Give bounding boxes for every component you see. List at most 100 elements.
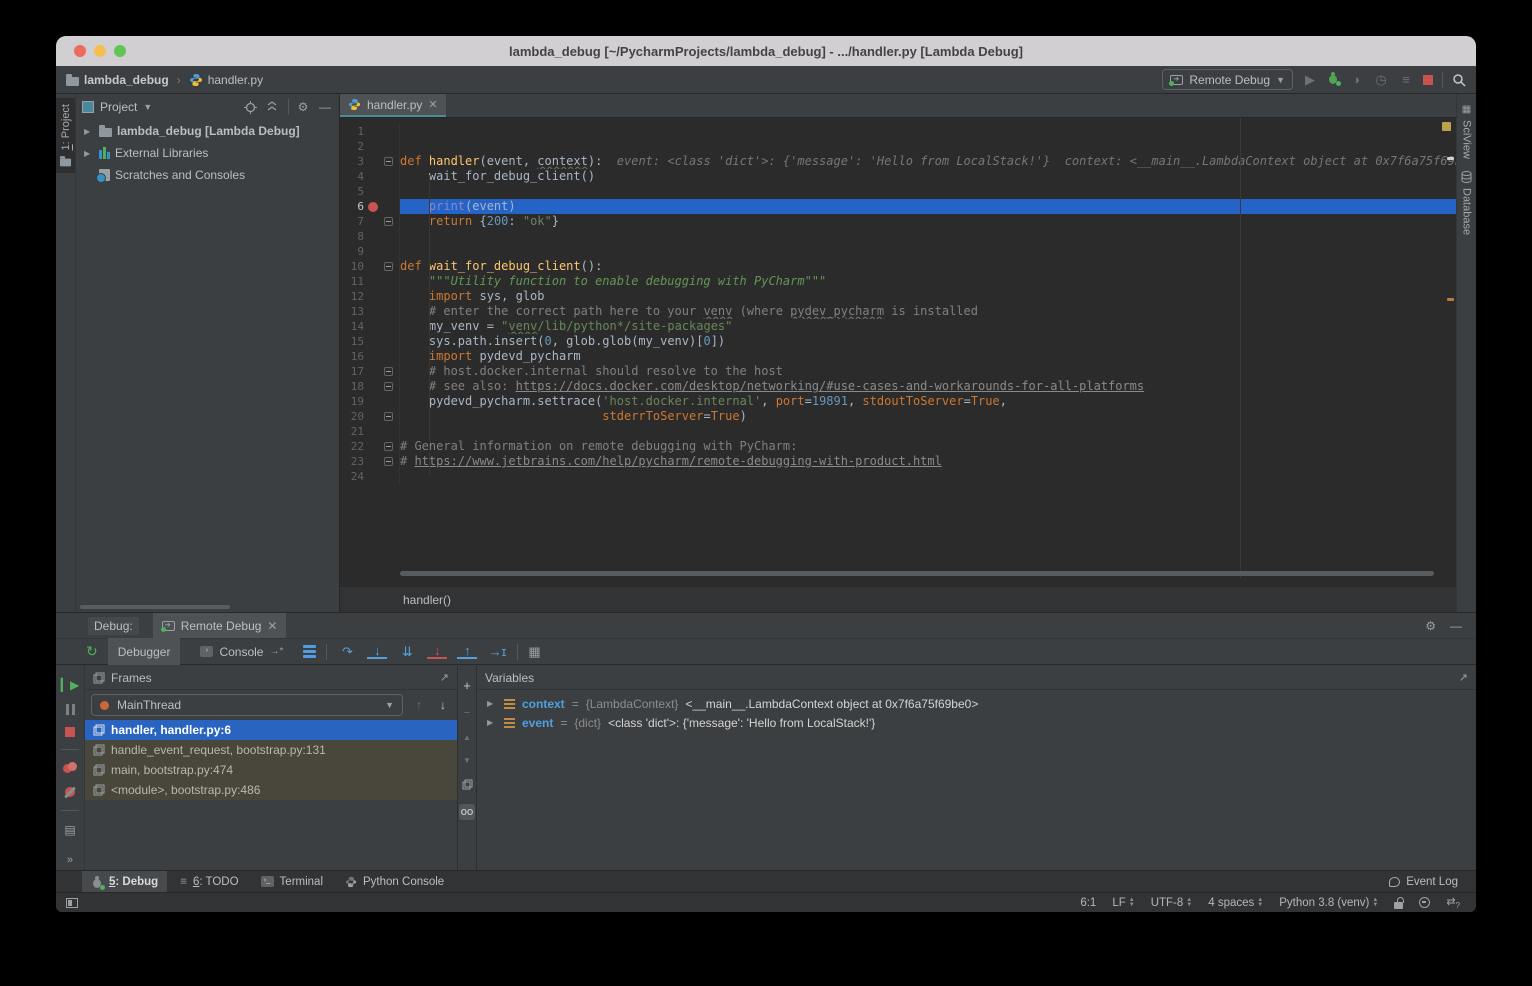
debug-icon[interactable] xyxy=(1327,72,1339,87)
code-text[interactable]: wait_for_debug_client() xyxy=(400,169,1456,184)
code-text[interactable]: my_venv = "venv/lib/python*/site-package… xyxy=(400,319,1456,334)
tool-window-switcher-icon[interactable] xyxy=(66,898,78,908)
breadcrumb-scope[interactable]: handler() xyxy=(403,593,451,607)
tab-console[interactable]: › Console →* xyxy=(190,638,293,665)
code-line[interactable]: 10def wait_for_debug_client(): xyxy=(340,259,1456,274)
code-text[interactable]: pydevd_pycharm.settrace('host.docker.int… xyxy=(400,394,1456,409)
breadcrumb-file[interactable]: handler.py xyxy=(208,73,263,87)
coverage-icon[interactable]: ◑ xyxy=(1348,72,1364,87)
expand-arrow-icon[interactable]: ▶ xyxy=(84,149,94,158)
step-over-icon[interactable]: ↷ xyxy=(337,644,357,660)
code-line[interactable]: 15 sys.path.insert(0, glob.glob(my_venv)… xyxy=(340,334,1456,349)
code-text[interactable]: # https://www.jetbrains.com/help/pycharm… xyxy=(400,454,1456,469)
code-line[interactable]: 20 stderrToServer=True) xyxy=(340,409,1456,424)
code-text[interactable]: def handler(event, context): event: <cla… xyxy=(400,154,1456,169)
move-down-icon[interactable]: ▼ xyxy=(463,756,471,765)
indent-select[interactable]: 4 spaces▲▼ xyxy=(1208,897,1263,909)
expand-arrow-icon[interactable]: ▶ xyxy=(487,699,497,708)
breakpoint-icon[interactable] xyxy=(368,202,378,212)
step-into-icon[interactable]: ↓ xyxy=(367,644,387,659)
frame-row[interactable]: main, bootstrap.py:474 xyxy=(85,760,457,780)
fold-column[interactable] xyxy=(381,367,395,376)
thread-select[interactable]: MainThread ▼ xyxy=(91,694,403,716)
run-icon[interactable]: ▶ xyxy=(1302,72,1318,88)
code-line[interactable]: 4 wait_for_debug_client() xyxy=(340,169,1456,184)
code-line[interactable]: 11 """Utility function to enable debuggi… xyxy=(340,274,1456,289)
zoom-window-button[interactable] xyxy=(114,45,126,57)
code-text[interactable] xyxy=(400,469,1456,484)
expand-arrow-icon[interactable]: ▶ xyxy=(487,718,497,727)
execution-line[interactable]: print(event) xyxy=(400,199,1456,214)
close-icon[interactable]: ✕ xyxy=(267,619,277,633)
close-icon[interactable]: ✕ xyxy=(428,98,437,111)
run-to-cursor-icon[interactable]: →ɪ xyxy=(487,644,507,659)
code-text[interactable]: # enter the correct path here to your ve… xyxy=(400,304,1456,319)
tree-item-project-root[interactable]: ▶ lambda_debug [Lambda Debug] xyxy=(76,120,339,142)
float-panel-icon[interactable]: ↗ xyxy=(440,671,449,684)
tool-button-debug[interactable]: 5: Debug xyxy=(82,871,167,893)
restore-layout-icon[interactable]: ▤ xyxy=(64,823,75,837)
mute-breakpoints-icon[interactable] xyxy=(64,786,76,798)
code-text[interactable] xyxy=(400,424,1456,439)
variable-row[interactable]: ▶context={LambdaContext}<__main__.Lambda… xyxy=(477,694,1476,713)
move-up-icon[interactable]: ▲ xyxy=(463,733,471,742)
horizontal-scrollbar[interactable] xyxy=(400,571,1434,576)
breadcrumb[interactable]: lambda_debug › handler.py xyxy=(66,73,263,87)
code-text[interactable]: """Utility function to enable debugging … xyxy=(400,274,1456,289)
code-line[interactable]: 22# General information on remote debugg… xyxy=(340,439,1456,454)
code-text[interactable]: import pydevd_pycharm xyxy=(400,349,1456,364)
code-text[interactable]: sys.path.insert(0, glob.glob(my_venv)[0]… xyxy=(400,334,1456,349)
more-icon[interactable]: » xyxy=(67,854,73,866)
fold-marker-icon[interactable] xyxy=(384,262,393,271)
tool-button-terminal[interactable]: ›_ Terminal xyxy=(252,871,332,893)
fold-marker-icon[interactable] xyxy=(384,382,393,391)
code-line[interactable]: 23# https://www.jetbrains.com/help/pycha… xyxy=(340,454,1456,469)
code-line[interactable]: 21 xyxy=(340,424,1456,439)
encoding-select[interactable]: UTF-8▲▼ xyxy=(1151,897,1193,909)
fold-marker-icon[interactable] xyxy=(384,457,393,466)
code-line[interactable]: 8 xyxy=(340,229,1456,244)
chevron-down-icon[interactable]: ▼ xyxy=(143,102,152,112)
run-configurations-icon[interactable]: ≡ xyxy=(1398,72,1414,87)
minimize-window-button[interactable] xyxy=(94,45,106,57)
caret-position[interactable]: 6:1 xyxy=(1080,897,1096,909)
add-icon[interactable]: + xyxy=(463,678,471,693)
fold-column[interactable] xyxy=(381,217,395,226)
code-area[interactable]: 123def handler(event, context): event: <… xyxy=(340,118,1456,578)
locate-file-icon[interactable] xyxy=(244,101,260,114)
tree-item-scratches[interactable]: Scratches and Consoles xyxy=(76,164,339,186)
close-window-button[interactable] xyxy=(74,45,86,57)
code-line[interactable]: 16 import pydevd_pycharm xyxy=(340,349,1456,364)
code-text[interactable]: def wait_for_debug_client(): xyxy=(400,259,1456,274)
fold-column[interactable] xyxy=(381,382,395,391)
code-text[interactable]: # see also: https://docs.docker.com/desk… xyxy=(400,379,1456,394)
collapse-all-icon[interactable] xyxy=(266,101,282,113)
code-line[interactable]: 6 print(event) xyxy=(340,199,1456,214)
view-breakpoints-icon[interactable] xyxy=(63,762,77,774)
error-stripe-mark[interactable] xyxy=(1447,157,1454,160)
fold-column[interactable] xyxy=(381,457,395,466)
hide-panel-icon[interactable]: — xyxy=(1450,619,1462,633)
resume-icon[interactable]: ▎▶ xyxy=(61,678,79,692)
code-line[interactable]: 19 pydevd_pycharm.settrace('host.docker.… xyxy=(340,394,1456,409)
float-panel-icon[interactable]: ↗ xyxy=(1459,671,1468,684)
tree-item-external-libraries[interactable]: ▶ External Libraries xyxy=(76,142,339,164)
reader-mode-icon[interactable] xyxy=(1419,897,1430,908)
frame-row[interactable]: handle_event_request, bootstrap.py:131 xyxy=(85,740,457,760)
sync-status-icon[interactable]: ⇄? xyxy=(1446,895,1460,910)
code-text[interactable] xyxy=(400,184,1456,199)
next-frame-icon[interactable]: ↓ xyxy=(435,698,451,712)
search-everywhere-icon[interactable] xyxy=(1452,73,1466,87)
fold-marker-icon[interactable] xyxy=(384,367,393,376)
code-text[interactable]: import sys, glob xyxy=(400,289,1456,304)
evaluate-expression-icon[interactable]: ▦ xyxy=(528,644,540,660)
force-step-into-icon[interactable]: ↓ xyxy=(427,644,447,659)
code-text[interactable]: return {200: "ok"} xyxy=(400,214,1456,229)
code-line[interactable]: 7 return {200: "ok"} xyxy=(340,214,1456,229)
interpreter-select[interactable]: Python 3.8 (venv)▲▼ xyxy=(1279,897,1378,909)
profiler-icon[interactable]: ◷ xyxy=(1373,72,1389,88)
duplicate-icon[interactable] xyxy=(462,779,473,790)
code-line[interactable]: 5 xyxy=(340,184,1456,199)
layout-options-icon[interactable] xyxy=(303,645,316,658)
code-text[interactable]: # General information on remote debuggin… xyxy=(400,439,1456,454)
